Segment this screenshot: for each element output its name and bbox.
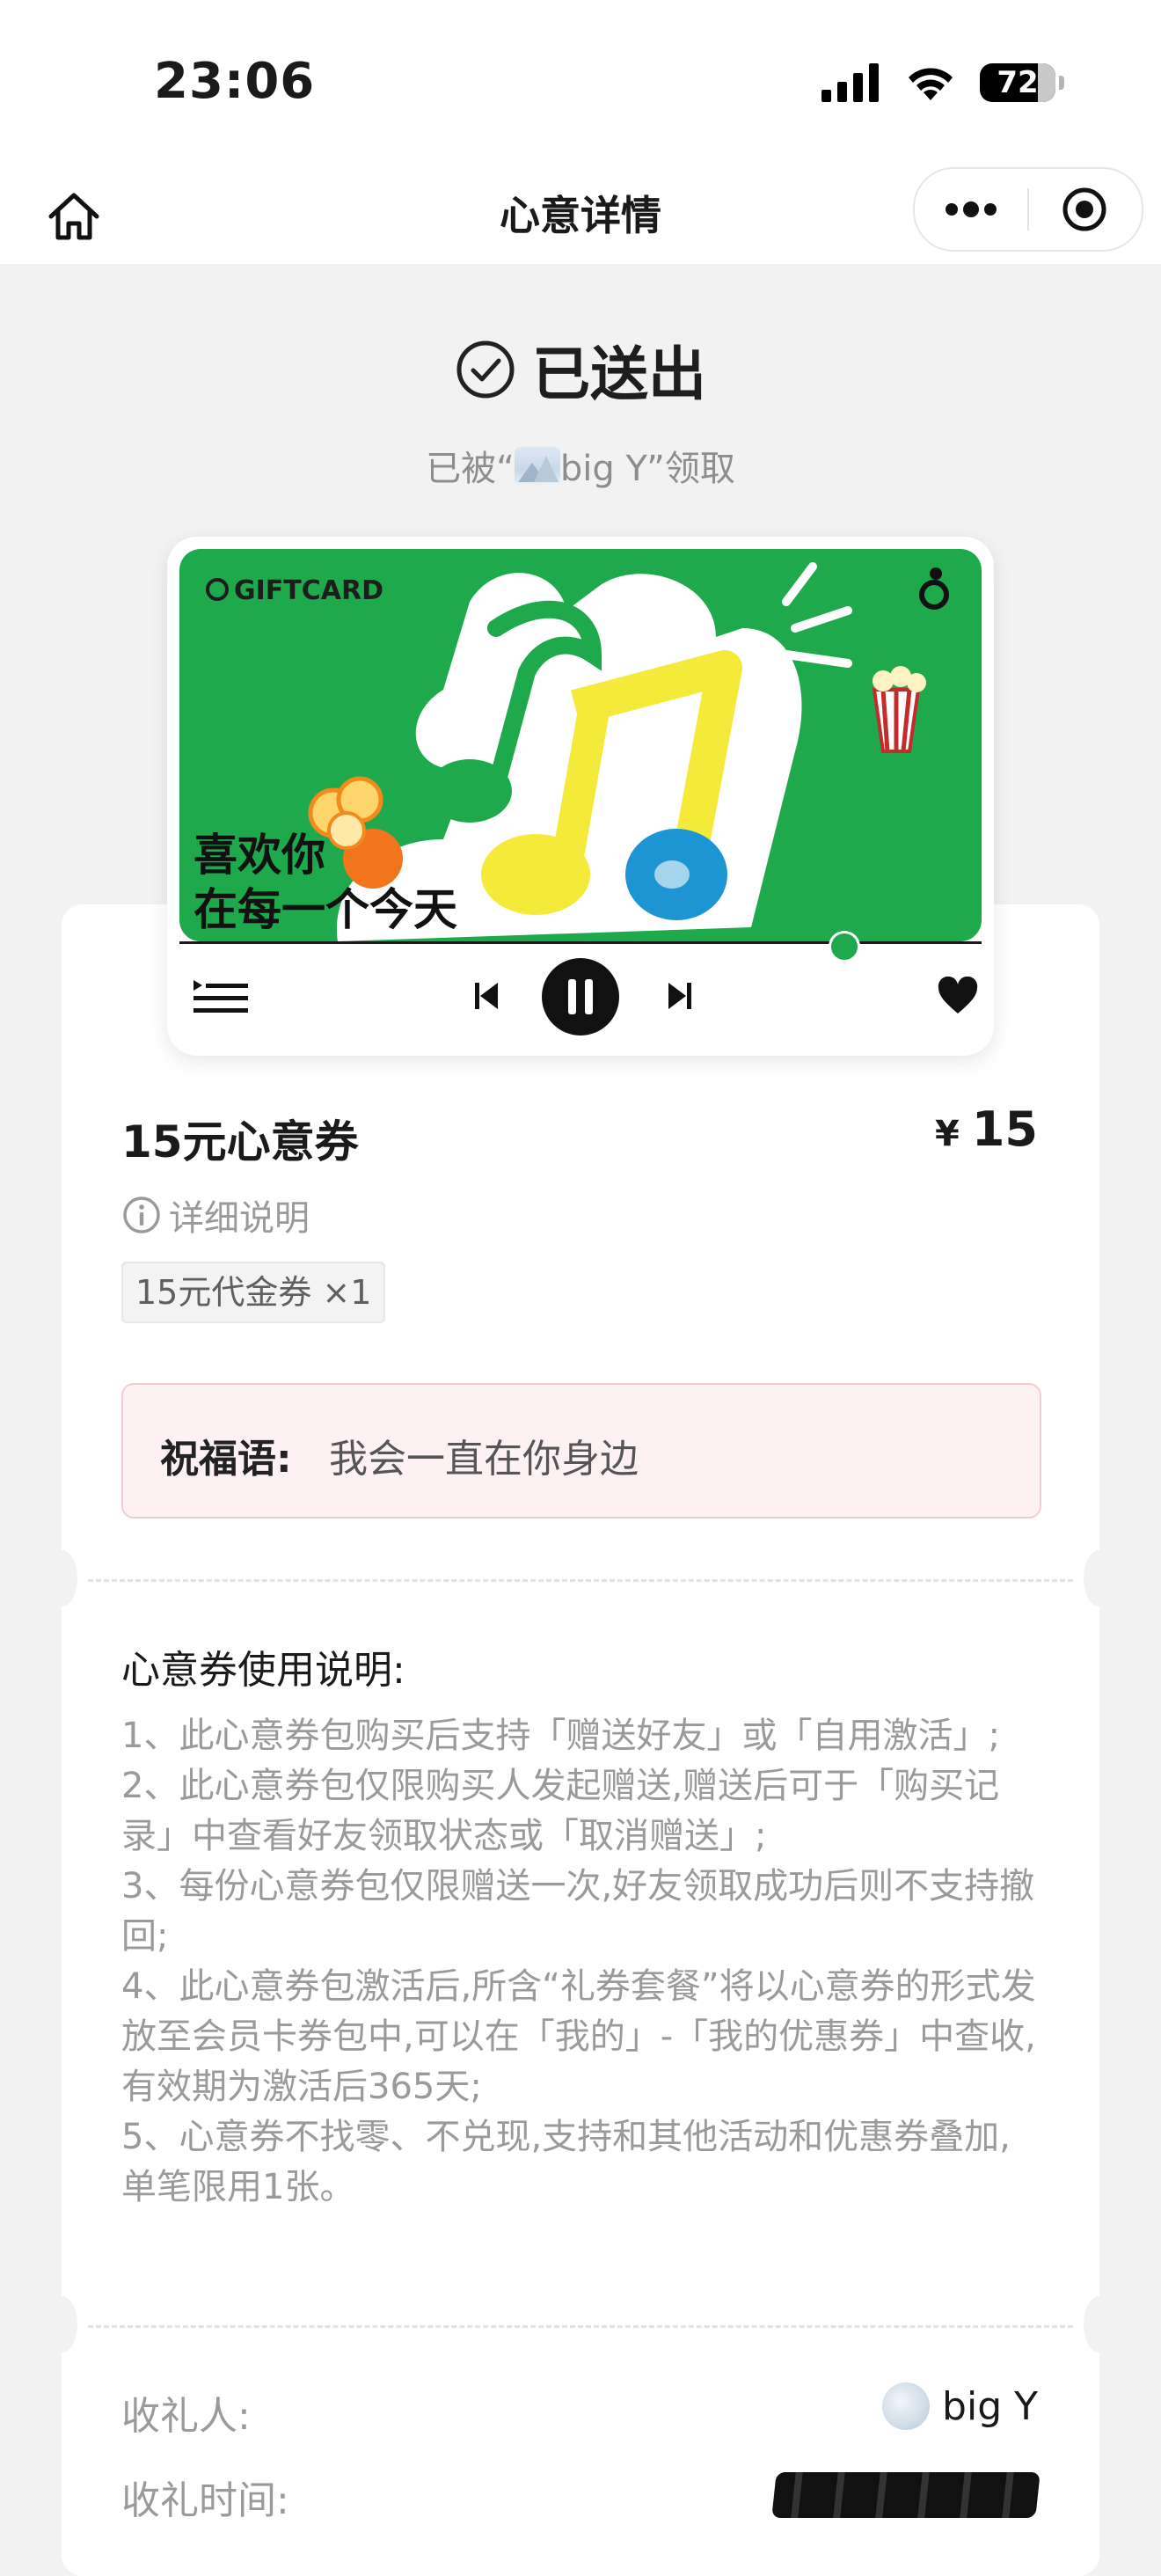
- coupon-title: 15元心意券: [121, 1116, 359, 1167]
- currency-symbol: ¥: [935, 1114, 960, 1154]
- card-notch-left-2: [46, 2296, 77, 2353]
- close-target-icon: [1062, 187, 1106, 231]
- detail-link-label: 详细说明: [169, 1198, 310, 1239]
- more-dots-icon: [946, 201, 997, 217]
- receiver-name-inline: big Y: [559, 449, 647, 489]
- gift-card-progress-line: [179, 941, 982, 944]
- instruction-item: 5、心意券不找零、不兑现,支持和其他活动和优惠券叠加,单笔限用1张。: [121, 2117, 1011, 2207]
- receiver-avatar-small: [514, 447, 560, 486]
- blessing-label: 祝福语:: [160, 1437, 292, 1482]
- receive-time-redacted: [771, 2472, 1041, 2518]
- received-suffix: ”领取: [646, 449, 735, 489]
- wifi-icon: [909, 68, 953, 100]
- receiver-avatar: [882, 2382, 931, 2430]
- info-icon: [123, 1197, 160, 1233]
- next-track-icon: [668, 983, 691, 1009]
- status-icons: 72: [821, 63, 1064, 102]
- card-divider-2: [88, 2325, 1073, 2328]
- previous-track-icon: [475, 983, 498, 1009]
- receiver-value: big Y: [882, 2382, 1038, 2430]
- card-notch-left: [46, 1550, 77, 1606]
- received-by-line: 已被“ big Y”领取: [0, 440, 1161, 491]
- voucher-tag: 15元代金券 ×1: [121, 1262, 386, 1323]
- instruction-item: 1、此心意券包购买后支持「赠送好友」或「自用激活」;: [121, 1716, 1000, 1756]
- gift-card-caption-2: 在每一个今天: [194, 884, 457, 935]
- gift-card-artwork: GIFTCARD 喜欢你 在每一个今天: [179, 549, 982, 941]
- blessing-box: 祝福语: 我会一直在你身边: [121, 1383, 1041, 1519]
- instructions-list: 1、此心意券包购买后支持「赠送好友」或「自用激活」; 2、此心意券包仅限购买人发…: [121, 1711, 1041, 2213]
- receive-time-label: 收礼时间:: [121, 2478, 289, 2523]
- blessing-text: 我会一直在你身边: [329, 1437, 639, 1482]
- received-prefix: 已被“: [426, 449, 515, 489]
- gift-card-progress-knob: [829, 931, 860, 962]
- battery-icon: 72: [980, 63, 1064, 102]
- card-divider: [88, 1579, 1073, 1582]
- close-button[interactable]: [1029, 169, 1140, 250]
- playlist-icon: [194, 980, 248, 1013]
- more-button[interactable]: [915, 169, 1027, 250]
- status-time: 23:06: [154, 53, 316, 110]
- instruction-item: 3、每份心意券包仅限赠送一次,好友领取成功后则不支持撤回;: [121, 1866, 1035, 1957]
- navigation-bar: 心意详情: [0, 167, 1161, 264]
- heart-icon: [938, 977, 978, 1014]
- receiver-name: big Y: [942, 2383, 1038, 2429]
- sent-status: 已送出: [0, 327, 1161, 412]
- instruction-item: 2、此心意券包仅限购买人发起赠送,赠送后可于「购买记录」中查看好友领取状态或「取…: [121, 1766, 1000, 1856]
- card-notch-right-2: [1084, 2296, 1115, 2353]
- battery-level: 72: [997, 65, 1039, 100]
- detail-link[interactable]: 详细说明: [121, 1189, 310, 1240]
- check-circle-icon: [456, 340, 515, 399]
- coupon-price: ¥15: [935, 1101, 1038, 1157]
- status-bar: 23:06 72: [0, 0, 1161, 167]
- cellular-signal-icon: [821, 63, 879, 102]
- price-value: 15: [971, 1101, 1038, 1157]
- mini-program-capsule: [913, 167, 1143, 252]
- pause-icon: [542, 958, 619, 1036]
- gift-card-image[interactable]: GIFTCARD 喜欢你 在每一个今天: [167, 537, 994, 1056]
- receiver-label: 收礼人:: [121, 2394, 251, 2439]
- card-notch-right: [1084, 1550, 1115, 1606]
- instruction-item: 4、此心意券包激活后,所含“礼券套餐”将以心意券的形式发放至会员卡券包中,可以在…: [121, 1966, 1036, 2107]
- status-title: 已送出: [532, 340, 706, 408]
- instructions-title: 心意券使用说明:: [121, 1648, 405, 1693]
